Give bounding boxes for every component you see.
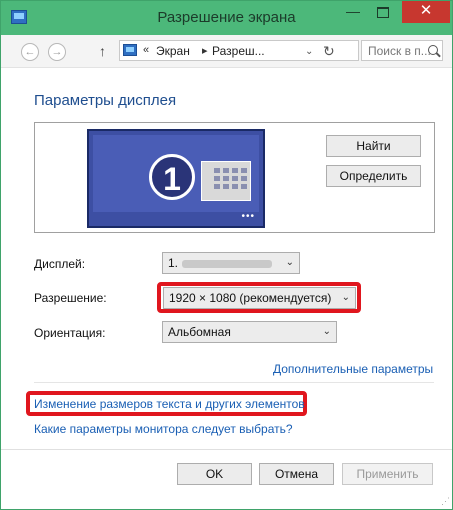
identify-button[interactable]: Определить — [326, 165, 421, 187]
orientation-label: Ориентация: — [34, 326, 106, 340]
display-value: 1. — [168, 256, 179, 270]
breadcrumb-screen[interactable]: Экран — [156, 44, 190, 58]
breadcrumb-resolution[interactable]: Разреш... — [212, 44, 265, 58]
resolution-select[interactable]: 1920 × 1080 (рекомендуется) ⌄ — [163, 287, 356, 309]
monitor-dots: ••• — [241, 211, 255, 222]
navigation-bar: ← → ↑ « Экран ▸ Разреш... ⌄ ↻ Поиск в п.… — [1, 35, 452, 68]
apply-button[interactable]: Применить — [342, 463, 433, 485]
address-separator: « — [143, 44, 150, 56]
refresh-icon[interactable]: ↻ — [323, 43, 335, 60]
search-placeholder: Поиск в п... — [368, 44, 431, 58]
find-button[interactable]: Найти — [326, 135, 421, 157]
blurred-display-name — [182, 259, 273, 268]
resolution-value: 1920 × 1080 (рекомендуется) — [169, 291, 332, 305]
search-icon[interactable] — [428, 45, 438, 55]
advanced-settings-link[interactable]: Дополнительные параметры — [273, 362, 433, 376]
breadcrumb-arrow[interactable]: ▸ — [202, 44, 208, 57]
divider — [34, 382, 434, 383]
resolution-label: Разрешение: — [34, 291, 107, 305]
display-select[interactable]: 1. ⌄ — [162, 252, 300, 274]
up-icon[interactable]: ↑ — [99, 43, 106, 59]
orientation-value: Альбомная — [168, 325, 231, 339]
display-preview: 1 ••• Найти Определить — [34, 122, 435, 233]
title-bar[interactable]: Разрешение экрана — ✕ — [1, 1, 452, 35]
address-icon — [123, 44, 137, 56]
resize-grip-icon[interactable]: ⋰ — [441, 496, 450, 507]
forward-icon[interactable]: → — [48, 43, 66, 61]
address-dropdown-icon[interactable]: ⌄ — [305, 46, 313, 57]
maximize-icon — [377, 6, 389, 18]
back-icon[interactable]: ← — [21, 43, 39, 61]
monitor-number: 1 — [149, 154, 195, 200]
monitor-icon[interactable]: 1 ••• — [87, 129, 265, 228]
cancel-button[interactable]: Отмена — [259, 463, 334, 485]
footer-divider — [1, 449, 452, 450]
text-size-link[interactable]: Изменение размеров текста и других элеме… — [34, 397, 305, 411]
minimize-button[interactable]: — — [338, 1, 368, 23]
monitor-help-link[interactable]: Какие параметры монитора следует выбрать… — [34, 422, 293, 436]
search-input[interactable]: Поиск в п... — [361, 40, 443, 61]
orientation-select[interactable]: Альбомная ⌄ — [162, 321, 337, 343]
close-button[interactable]: ✕ — [402, 1, 450, 23]
chevron-down-icon: ⌄ — [341, 292, 350, 303]
ok-button[interactable]: OK — [177, 463, 252, 485]
page-heading: Параметры дисплея — [34, 92, 177, 109]
display-label: Дисплей: — [34, 257, 86, 271]
chevron-down-icon: ⌄ — [285, 257, 294, 268]
monitor-grid-icon — [201, 161, 251, 201]
maximize-button[interactable] — [368, 1, 398, 23]
display-resolution-window: Разрешение экрана — ✕ ← → ↑ « Экран ▸ Ра… — [0, 0, 453, 510]
chevron-down-icon: ⌄ — [322, 326, 331, 337]
